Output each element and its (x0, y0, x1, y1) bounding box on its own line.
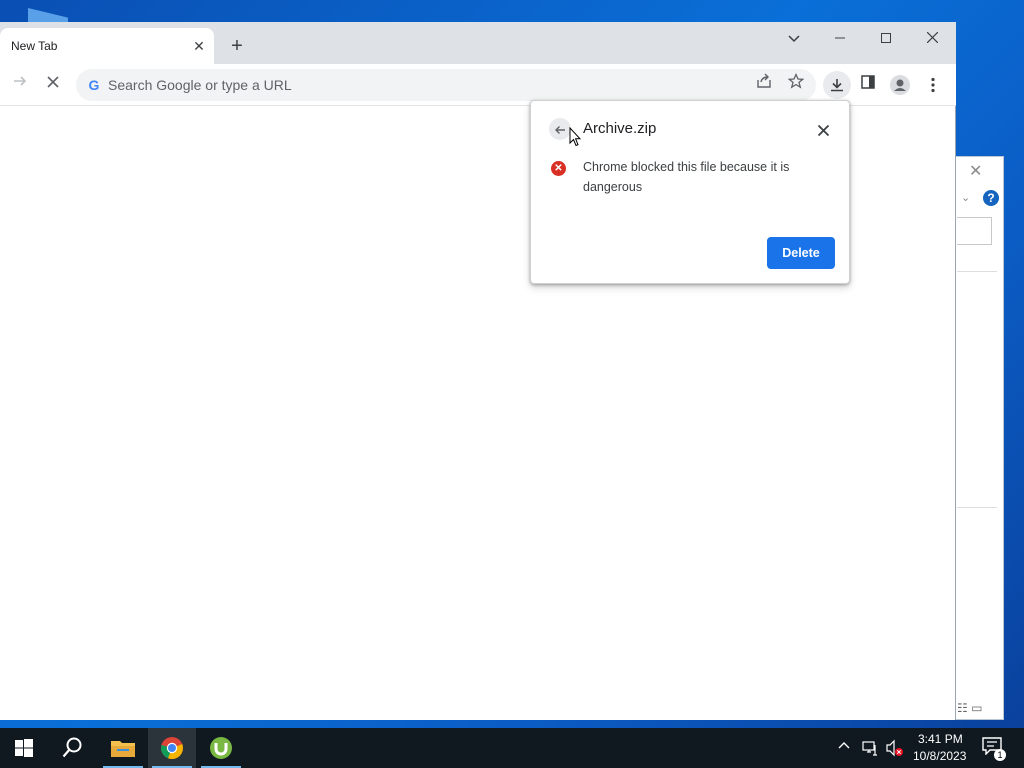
notification-icon[interactable]: 1 (982, 737, 1006, 761)
minimize-icon (835, 37, 845, 39)
chevron-down-icon (788, 35, 800, 43)
download-filename: Archive.zip (583, 120, 657, 137)
close-icon[interactable]: ✕ (969, 161, 982, 181)
bookmark-star-icon[interactable] (784, 72, 808, 97)
volume-muted-icon[interactable] (886, 739, 904, 768)
warning-message: Chrome blocked this file because it is d… (583, 160, 790, 194)
menu-icon[interactable] (921, 73, 945, 97)
maximize-icon (881, 33, 891, 43)
profile-icon[interactable] (888, 73, 912, 97)
chrome-taskbar-item[interactable] (148, 728, 196, 768)
network-icon[interactable] (862, 740, 878, 768)
google-g-icon: G (88, 77, 100, 93)
file-explorer-taskbar-item[interactable] (99, 728, 147, 768)
divider (957, 271, 997, 272)
text-field[interactable] (957, 217, 992, 245)
notification-count: 1 (994, 749, 1006, 761)
omnibox[interactable]: G Search Google or type a URL (76, 69, 816, 101)
close-icon[interactable] (813, 119, 833, 139)
close-icon (926, 31, 938, 44)
forward-icon[interactable] (8, 73, 32, 97)
utorrent-taskbar-item[interactable] (197, 728, 245, 768)
clock-date[interactable]: 10/8/2023 (913, 749, 966, 763)
windows-start-icon (15, 739, 33, 757)
taskbar-search-button[interactable] (48, 728, 96, 768)
tab-close-icon[interactable]: ✕ (190, 37, 208, 55)
mouse-cursor-icon (569, 127, 581, 147)
tab-search-button[interactable] (771, 24, 817, 52)
maximize-button[interactable] (863, 24, 909, 52)
tab-title: New Tab (11, 39, 58, 53)
minimize-button[interactable] (817, 24, 863, 52)
back-arrow-icon[interactable] (549, 118, 571, 140)
chrome-icon (161, 737, 184, 760)
chevron-down-icon[interactable]: ⌄ (961, 191, 970, 204)
download-icon[interactable] (823, 71, 851, 99)
chevron-up-icon[interactable] (838, 740, 850, 768)
side-panel-icon[interactable] (856, 73, 880, 97)
taskbar: 3:41 PM 10/8/2023 1 (0, 728, 1024, 768)
error-icon: ✕ (551, 161, 566, 176)
start-button[interactable] (0, 728, 48, 768)
search-icon (62, 737, 82, 758)
share-icon[interactable] (752, 73, 776, 97)
stop-loading-icon[interactable] (41, 73, 65, 97)
background-window[interactable]: ✕ ⌄ ? ☷ ▭ (950, 156, 1004, 720)
tab-new-tab[interactable]: New Tab ✕ (0, 28, 214, 64)
delete-button[interactable]: Delete (767, 237, 835, 269)
utorrent-icon (210, 737, 232, 759)
tab-strip: New Tab ✕ + (0, 22, 956, 64)
view-toggle-icon[interactable]: ☷ ▭ (957, 701, 982, 715)
new-tab-button[interactable]: + (226, 35, 248, 57)
file-explorer-icon (111, 741, 135, 757)
divider (957, 507, 997, 508)
clock-time[interactable]: 3:41 PM (918, 732, 963, 746)
omnibox-placeholder[interactable]: Search Google or type a URL (108, 77, 292, 93)
help-icon[interactable]: ? (983, 190, 999, 206)
close-window-button[interactable] (909, 24, 955, 52)
